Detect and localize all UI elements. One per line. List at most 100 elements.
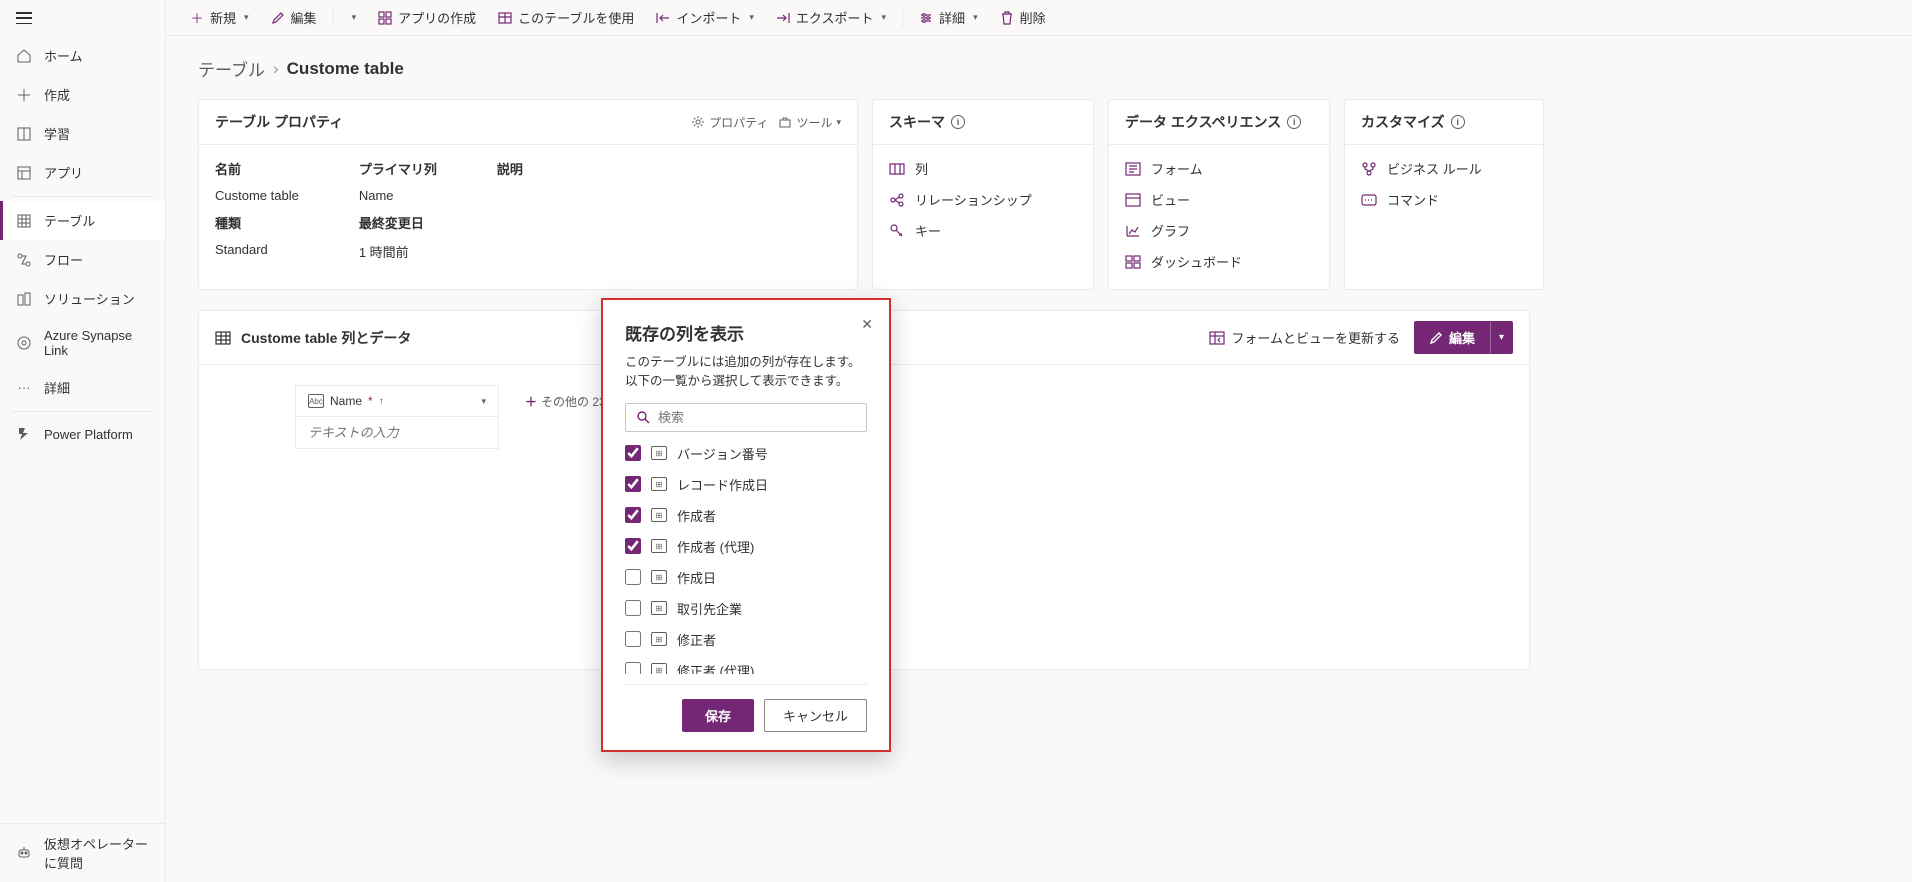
save-button[interactable]: 保存 (682, 699, 754, 732)
card-header-actions: プロパティ ツール ▾ (691, 114, 841, 131)
sidebar-item-flows[interactable]: フロー (0, 240, 165, 279)
sidebar-item-label: フロー (44, 250, 83, 269)
info-icon[interactable]: i (951, 115, 965, 129)
data-charts-link[interactable]: グラフ (1125, 221, 1313, 240)
column-checklist[interactable]: ⊞バージョン番号 ⊞レコード作成日 ⊞ 作成者 ⊞作成者 (代理) ⊞作成日 ⊞取引先企業 ⊞… (625, 444, 867, 674)
data-views-link[interactable]: ビュー (1125, 190, 1313, 209)
search-input[interactable] (658, 410, 856, 425)
new-button[interactable]: ＋ 新規 ▾ (182, 4, 257, 31)
sidebar-item-solutions[interactable]: ソリューション (0, 279, 165, 318)
column-check-row[interactable]: ⊞ 作成者 (625, 506, 863, 525)
column-checkbox[interactable] (625, 569, 641, 585)
column-check-row[interactable]: ⊞バージョン番号 (625, 444, 863, 463)
tools-action[interactable]: ツール ▾ (778, 114, 841, 131)
sidebar-item-more[interactable]: ··· 詳細 (0, 368, 165, 407)
more-icon: ··· (16, 380, 32, 396)
column-check-row[interactable]: ⊞修正者 (625, 630, 863, 649)
column-label: バージョン番号 (677, 444, 768, 463)
column-checkbox[interactable] (625, 538, 641, 554)
sidebar-item-chatbot[interactable]: 仮想オペレーターに質問 (0, 824, 165, 882)
sidebar-item-tables[interactable]: テーブル (0, 201, 165, 240)
new-row-input-cell[interactable] (295, 417, 499, 449)
tb-label: 編集 (291, 8, 317, 27)
close-icon: ✕ (861, 316, 873, 332)
cards-row: テーブル プロパティ プロパティ ツール ▾ (198, 99, 1880, 290)
column-checkbox[interactable] (625, 600, 641, 616)
column-label: 作成者 (代理) (677, 537, 754, 556)
refresh-icon (1209, 331, 1225, 345)
properties-action[interactable]: プロパティ (691, 114, 768, 131)
edit-split-chevron[interactable]: ▾ (1490, 321, 1513, 354)
column-type-icon: ⊞ (651, 508, 667, 522)
column-checkbox[interactable] (625, 662, 641, 674)
sidebar-item-apps[interactable]: アプリ (0, 153, 165, 192)
synapse-icon (16, 335, 32, 351)
close-button[interactable]: ✕ (861, 316, 873, 333)
schema-keys-link[interactable]: キー (889, 221, 1077, 240)
schema-columns-link[interactable]: 列 (889, 159, 1077, 178)
column-header-name[interactable]: Abc Name* ↑ ▾ (295, 385, 499, 417)
pencil-icon (271, 11, 285, 25)
sidebar-item-home[interactable]: ホーム (0, 36, 165, 75)
column-checkbox[interactable] (625, 445, 641, 461)
card-body: ビジネス ルール コマンド (1345, 145, 1543, 227)
link-label: ビジネス ルール (1387, 159, 1482, 178)
command-icon (1361, 192, 1377, 208)
schema-relationships-link[interactable]: リレーションシップ (889, 190, 1077, 209)
separator (902, 8, 903, 28)
column-check-row[interactable]: ⊞作成者 (代理) (625, 537, 863, 556)
cancel-button[interactable]: キャンセル (764, 699, 867, 732)
table-icon (498, 11, 512, 25)
sidebar-item-create[interactable]: 作成 (0, 75, 165, 114)
breadcrumb-root[interactable]: テーブル (198, 56, 265, 81)
col-name-label: Name (330, 394, 362, 408)
use-table-button[interactable]: このテーブルを使用 (490, 4, 642, 31)
sidebar-item-synapse[interactable]: Azure Synapse Link (0, 318, 165, 368)
chevron-down-icon: ▾ (1499, 332, 1504, 343)
update-forms-views-link[interactable]: フォームとビューを更新する (1209, 328, 1400, 347)
info-icon[interactable]: i (1451, 115, 1465, 129)
chevron-down-icon: ▾ (882, 12, 887, 23)
details-button[interactable]: 詳細 ▾ (911, 4, 986, 31)
chevron-down-icon: ▾ (481, 396, 486, 407)
column-label: 作成者 (677, 506, 716, 525)
info-icon[interactable]: i (1287, 115, 1301, 129)
edit-button[interactable]: 編集 (263, 4, 325, 31)
hamburger-button[interactable] (0, 0, 165, 36)
data-forms-link[interactable]: フォーム (1125, 159, 1313, 178)
card-header: データ エクスペリエンス i (1109, 100, 1329, 145)
column-checkbox[interactable] (625, 476, 641, 492)
link-label: ビュー (1151, 190, 1190, 209)
custom-rules-link[interactable]: ビジネス ルール (1361, 159, 1527, 178)
edit-split-chevron[interactable]: ▾ (342, 8, 365, 27)
key-icon (889, 223, 905, 239)
import-button[interactable]: インポート ▾ (648, 4, 762, 31)
sidebar-item-powerplatform[interactable]: Power Platform (0, 416, 165, 452)
props: 名前 Custome table 種類 Standard プライマリ列 Name… (215, 159, 841, 261)
plus-icon: ＋ (190, 11, 204, 25)
edit-primary-button[interactable]: 編集 (1414, 321, 1490, 354)
column-label: 修正者 (代理) (677, 661, 754, 674)
column-check-row[interactable]: ⊞レコード作成日 (625, 475, 863, 494)
sidebar-item-label: 作成 (44, 85, 70, 104)
column-check-row[interactable]: ⊞作成日 (625, 568, 863, 587)
home-icon (16, 48, 32, 64)
data-dashboards-link[interactable]: ダッシュボード (1125, 252, 1313, 271)
delete-button[interactable]: 削除 (992, 4, 1054, 31)
export-button[interactable]: エクスポート ▾ (768, 4, 894, 31)
grid-icon (215, 331, 231, 345)
sort-asc-icon: ↑ (379, 396, 384, 407)
separator (333, 8, 334, 28)
card-data-experience: データ エクスペリエンス i フォーム ビュー (1108, 99, 1330, 290)
card-body: 列 リレーションシップ キー (873, 145, 1093, 258)
custom-commands-link[interactable]: コマンド (1361, 190, 1527, 209)
search-field[interactable] (625, 403, 867, 432)
show-existing-columns-panel: ✕ 既存の列を表示 このテーブルには追加の列が存在します。以下の一覧から選択して… (605, 302, 887, 748)
new-row-input[interactable] (308, 425, 486, 440)
create-app-button[interactable]: アプリの作成 (370, 4, 484, 31)
column-check-row[interactable]: ⊞取引先企業 (625, 599, 863, 618)
sidebar-item-learn[interactable]: 学習 (0, 114, 165, 153)
column-checkbox[interactable] (625, 507, 641, 523)
column-checkbox[interactable] (625, 631, 641, 647)
column-check-row[interactable]: ⊞修正者 (代理) (625, 661, 863, 674)
